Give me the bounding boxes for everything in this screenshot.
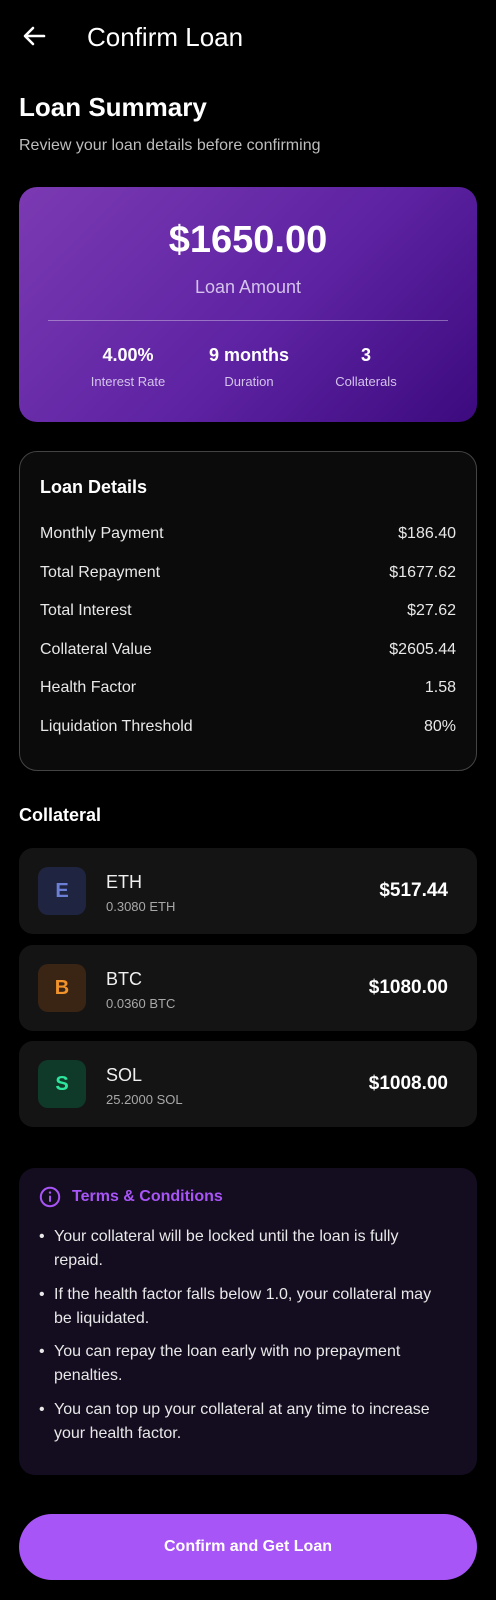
- asset-symbol: BTC: [106, 969, 142, 989]
- loan-amount-card: $1650.00 Loan Amount 4.00% Interest Rate…: [19, 187, 477, 422]
- detail-label: Monthly Payment: [40, 525, 164, 542]
- loan-amount-label: Loan Amount: [194, 277, 302, 297]
- detail-value: 1.58: [424, 679, 456, 696]
- loan-amount-value: $1650.00: [168, 219, 328, 261]
- stat-collaterals: 3 Collaterals: [301, 343, 431, 391]
- terms-item-text: If the health factor falls below 1.0, yo…: [54, 1286, 432, 1327]
- stat-value: 3: [360, 345, 371, 365]
- detail-label: Total Interest: [40, 602, 132, 619]
- asset-amount: 0.3080 ETH: [106, 899, 176, 914]
- terms-item-text: You can repay the loan early with no pre…: [54, 1343, 401, 1384]
- divider: [48, 320, 448, 321]
- detail-row-total-repayment: Total Repayment $1677.62: [40, 561, 456, 585]
- asset-symbol: ETH: [106, 872, 142, 892]
- detail-row-total-interest: Total Interest $27.62: [40, 599, 456, 623]
- asset-value: $1080.00: [368, 977, 448, 998]
- detail-row-monthly-payment: Monthly Payment $186.40: [40, 522, 456, 546]
- stat-duration: 9 months Duration: [184, 343, 314, 391]
- sol-token-icon: S: [38, 1060, 86, 1108]
- collateral-item-eth: E ETH 0.3080 ETH $517.44: [19, 848, 477, 934]
- terms-item-text: You can top up your collateral at any ti…: [54, 1401, 430, 1442]
- asset-value: $517.44: [379, 880, 448, 901]
- terms-card: Terms & Conditions • Your collateral wil…: [19, 1168, 477, 1475]
- stat-value: 9 months: [208, 345, 289, 365]
- bullet-glyph: •: [39, 1286, 45, 1303]
- asset-amount: 25.2000 SOL: [106, 1092, 183, 1107]
- asset-symbol: SOL: [106, 1065, 143, 1085]
- detail-label: Liquidation Threshold: [40, 718, 193, 735]
- detail-label: Total Repayment: [40, 564, 161, 581]
- detail-label: Collateral Value: [40, 641, 152, 658]
- arrow-left-icon[interactable]: [18, 20, 50, 52]
- detail-value: $1677.62: [389, 564, 456, 581]
- stat-interest-rate: 4.00% Interest Rate: [63, 343, 193, 391]
- asset-value: $1008.00: [368, 1073, 448, 1094]
- asset-amount: 0.0360 BTC: [106, 996, 176, 1011]
- app-bar: Confirm Loan: [0, 0, 496, 76]
- collateral-heading: Collateral: [19, 805, 102, 825]
- detail-label: Health Factor: [40, 679, 137, 696]
- summary-subtitle: Review your loan details before confirmi…: [19, 137, 321, 154]
- detail-row-health-factor: Health Factor 1.58: [40, 676, 456, 700]
- detail-value: 80%: [423, 718, 456, 735]
- btc-token-icon: B: [38, 964, 86, 1012]
- loan-details-card: Loan Details Monthly Payment $186.40 Tot…: [19, 451, 477, 771]
- detail-row-collateral-value: Collateral Value $2605.44: [40, 638, 456, 662]
- detail-value: $27.62: [407, 602, 456, 619]
- detail-value: $2605.44: [389, 641, 456, 658]
- detail-row-liquidation-threshold: Liquidation Threshold 80%: [40, 715, 456, 739]
- terms-item: • Your collateral will be locked until t…: [39, 1225, 449, 1273]
- terms-item: • You can top up your collateral at any …: [39, 1398, 449, 1446]
- stat-value: 4.00%: [102, 345, 154, 365]
- collateral-item-sol: S SOL 25.2000 SOL $1008.00: [19, 1041, 477, 1127]
- confirm-loan-button[interactable]: Confirm and Get Loan: [19, 1514, 477, 1580]
- bullet-glyph: •: [39, 1343, 45, 1360]
- terms-title: Terms & Conditions: [72, 1188, 223, 1205]
- terms-item-text: Your collateral will be locked until the…: [54, 1228, 399, 1269]
- bullet-glyph: •: [39, 1401, 45, 1418]
- info-icon: [39, 1186, 61, 1208]
- collateral-item-btc: B BTC 0.0360 BTC $1080.00: [19, 945, 477, 1031]
- stat-label: Collaterals: [335, 374, 397, 389]
- eth-token-icon: E: [38, 867, 86, 915]
- page-title: Confirm Loan: [87, 22, 244, 52]
- stat-label: Interest Rate: [90, 374, 166, 389]
- summary-heading: Loan Summary: [19, 92, 207, 122]
- terms-item: • If the health factor falls below 1.0, …: [39, 1283, 449, 1331]
- stat-label: Duration: [224, 374, 274, 389]
- bullet-glyph: •: [39, 1228, 45, 1245]
- detail-value: $186.40: [398, 525, 456, 542]
- terms-item: • You can repay the loan early with no p…: [39, 1340, 449, 1388]
- loan-details-title: Loan Details: [40, 477, 148, 497]
